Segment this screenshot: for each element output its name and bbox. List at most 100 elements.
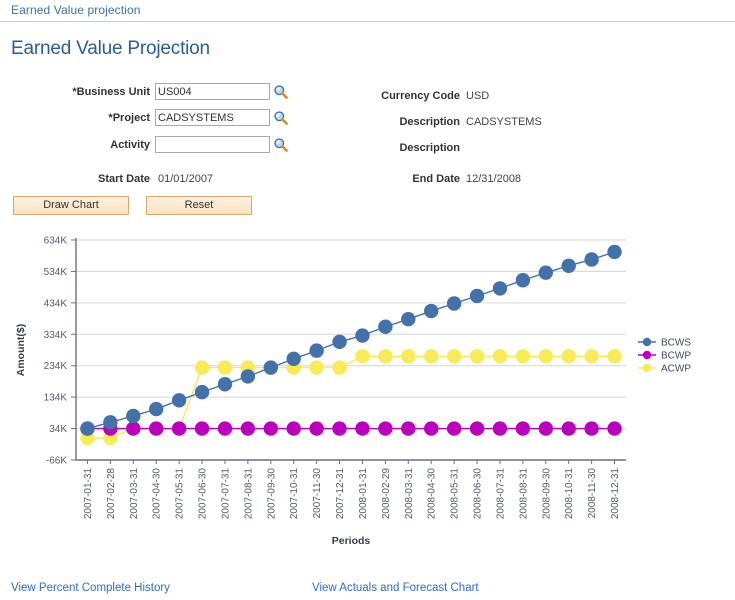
- data-point: [424, 303, 439, 319]
- data-point: [149, 401, 164, 417]
- x-tick-label: 2008-07-31: [495, 468, 506, 520]
- x-tick-label: 2007-06-30: [198, 468, 209, 520]
- data-point: [469, 288, 485, 304]
- data-point: [80, 421, 95, 436]
- end-date-label: End Date: [412, 173, 460, 185]
- x-tick-label: 2008-01-31: [358, 468, 369, 520]
- data-point: [515, 421, 531, 436]
- x-tick-label: 2007-08-31: [243, 468, 254, 520]
- draw-chart-button[interactable]: Draw Chart: [13, 196, 129, 215]
- start-date-label: Start Date: [98, 173, 150, 185]
- chart-svg: -66K 34K 134K 234K 334K 434K 534K 634K 2007-01-3…: [15, 236, 691, 548]
- data-point: [194, 421, 210, 436]
- activity-label: Activity: [110, 139, 150, 151]
- x-tick-label: 2008-08-31: [518, 468, 529, 520]
- data-point: [515, 273, 531, 288]
- y-tick-label: -66K: [46, 456, 67, 467]
- data-point: [492, 421, 508, 436]
- data-point: [194, 360, 210, 375]
- data-point: [286, 421, 301, 436]
- chart-legend: BCWS BCWP ACWP: [638, 338, 691, 375]
- data-point: [217, 421, 233, 436]
- data-point: [332, 334, 347, 350]
- x-tick-label: 2008-06-30: [473, 468, 484, 520]
- x-tick-label: 2007-09-30: [266, 468, 277, 520]
- reset-button[interactable]: Reset: [146, 196, 252, 215]
- data-point: [607, 244, 622, 260]
- project-input[interactable]: [155, 109, 270, 126]
- y-tick-label: 34K: [49, 424, 67, 435]
- series-bcwp: [80, 421, 622, 436]
- data-point: [171, 421, 187, 436]
- data-point: [446, 421, 462, 436]
- x-tick-label: 2007-05-31: [175, 468, 186, 520]
- end-date-value: 12/31/2008: [466, 173, 522, 185]
- data-point: [538, 349, 553, 364]
- data-point: [584, 252, 599, 267]
- activity-input[interactable]: [155, 136, 270, 153]
- data-point: [309, 343, 324, 358]
- y-tick-label: 434K: [44, 298, 68, 309]
- y-tick-label: 534K: [44, 267, 68, 278]
- page-title: Earned Value Projection: [11, 38, 210, 59]
- data-point: [355, 421, 370, 436]
- description-label-1: Description: [399, 116, 460, 128]
- data-point: [355, 349, 370, 364]
- data-point: [263, 360, 278, 375]
- data-point: [240, 421, 256, 436]
- x-tick-label: 2007-12-31: [335, 468, 346, 520]
- data-point: [538, 265, 553, 280]
- data-point: [378, 319, 393, 334]
- data-point: [217, 360, 233, 375]
- data-point: [103, 415, 118, 430]
- x-tick-label: 2008-04-30: [427, 468, 438, 520]
- lookup-search-icon-project[interactable]: [273, 110, 289, 126]
- data-point: [492, 349, 508, 364]
- data-point: [584, 421, 599, 436]
- data-point: [515, 349, 531, 364]
- data-point: [263, 421, 278, 436]
- breadcrumb-link-earned-value-projection[interactable]: Earned Value projection: [11, 3, 141, 17]
- data-point: [446, 296, 462, 311]
- link-view-actuals-and-forecast-chart[interactable]: View Actuals and Forecast Chart: [312, 582, 479, 594]
- x-tick-label: 2008-03-31: [404, 468, 415, 520]
- data-point: [309, 360, 324, 375]
- legend-label: BCWS: [661, 338, 691, 349]
- business-unit-label: *Business Unit: [72, 86, 150, 98]
- currency-code-value: USD: [466, 90, 490, 102]
- data-point: [607, 421, 622, 436]
- data-point: [561, 349, 576, 364]
- x-tick-label: 2008-12-31: [610, 468, 621, 520]
- x-tick-label: 2008-09-30: [541, 468, 552, 520]
- data-point: [217, 377, 233, 392]
- y-axis-title: Amount($): [15, 324, 27, 377]
- x-tick-label: 2007-10-31: [289, 468, 300, 520]
- data-point: [126, 421, 141, 436]
- legend-label: ACWP: [661, 364, 691, 375]
- lookup-search-icon-activity[interactable]: [273, 137, 289, 153]
- x-tick-label: 2007-03-31: [129, 468, 140, 520]
- data-point: [355, 328, 370, 343]
- data-point: [561, 421, 576, 436]
- lookup-search-icon-business-unit[interactable]: [273, 84, 289, 100]
- data-point: [332, 360, 347, 375]
- data-point: [309, 421, 324, 436]
- x-tick-label: 2007-04-30: [152, 468, 163, 520]
- start-date-value: 01/01/2007: [158, 173, 214, 185]
- data-point: [332, 421, 347, 436]
- data-point: [469, 349, 485, 364]
- x-tick-label: 2008-02-29: [381, 468, 392, 520]
- breadcrumb-bar: Earned Value projection: [0, 0, 735, 22]
- earned-value-chart: -66K 34K 134K 234K 334K 434K 534K 634K 2007-01-3…: [8, 228, 728, 548]
- data-point: [240, 369, 256, 384]
- x-tick-label: 2007-01-31: [83, 468, 94, 520]
- business-unit-input[interactable]: [155, 83, 270, 100]
- x-tick-label: 2008-10-31: [564, 468, 575, 520]
- data-point: [126, 408, 141, 424]
- link-view-percent-complete-history[interactable]: View Percent Complete History: [11, 582, 170, 594]
- data-point: [401, 312, 416, 327]
- x-tick-label: 2007-07-31: [220, 468, 231, 520]
- data-point: [378, 421, 393, 436]
- currency-code-label: Currency Code: [381, 90, 460, 102]
- description-label-2: Description: [399, 142, 460, 154]
